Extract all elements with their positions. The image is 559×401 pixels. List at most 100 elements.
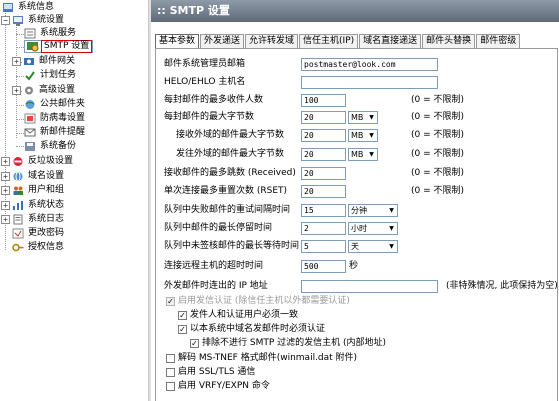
chevron-down-icon: ▼ [369,114,374,121]
queue-max-time-unit-select[interactable]: 小时 ▼ [348,222,398,235]
expand-icon[interactable]: + [1,215,10,224]
max-recipients-hint: (0 = 不限制) [411,95,465,105]
tab-outbound-delivery[interactable]: 外发递送 [200,34,245,49]
retry-interval-label: 队列中失败邮件的重试间隔时间 [164,205,291,215]
tree-item-system-log[interactable]: + 系统日志 [1,213,66,226]
send-external-label: 发往外域的邮件最大字节数 [176,149,285,159]
chevron-down-icon: ▼ [369,151,374,158]
max-recipients-input[interactable]: 100 [301,94,346,107]
expand-icon[interactable]: + [12,57,21,66]
navigation-tree: 系统信息 − 系统设置 系统服务 SMTP 设置 + 邮件网关 计划任务 + 高… [0,0,148,401]
expand-icon[interactable]: + [1,172,10,181]
max-rset-label: 单次连接最多重置次数 (RSET) [164,186,288,196]
send-external-unit-select[interactable]: MB ▼ [348,148,378,161]
exclude-internal-label: 排除不进行 SMTP 过滤的发信主机 (内部地址) [202,338,387,348]
tree-item-system-backup[interactable]: 系统备份 [24,140,78,153]
queue-max-time-input[interactable]: 2 [301,222,346,235]
outbound-ip-input[interactable] [301,280,438,293]
status-icon [12,200,24,211]
tree-item-system-settings[interactable]: − 系统设置 [1,14,66,27]
tree-root[interactable]: 系统信息 [2,1,56,14]
admin-mail-label: 邮件系统管理员邮箱 [164,59,246,69]
unsigned-wait-input[interactable]: 5 [301,240,346,253]
expand-icon[interactable]: + [1,201,10,210]
tree-item-smtp-settings[interactable]: SMTP 设置 [24,40,94,53]
tree-item-public-folder[interactable]: 公共邮件夹 [24,98,87,111]
max-size-label: 每封邮件的最大字节数 [164,112,255,122]
max-rset-input[interactable]: 20 [301,185,346,198]
queue-max-time-label: 队列中邮件的最长停留时间 [164,223,273,233]
outbound-ip-label: 外发邮件时连出的 IP 地址 [164,281,268,291]
smtp-icon [27,41,39,52]
connect-timeout-input[interactable]: 500 [301,260,346,273]
admin-mail-input[interactable]: postmaster@look.com [301,58,438,71]
tab-content-basic: 邮件系统管理员邮箱 postmaster@look.com HELO/EHLO … [155,48,558,401]
chevron-down-icon: ▼ [389,243,394,250]
recv-external-input[interactable]: 20 [301,129,346,142]
unsigned-wait-label: 队列中未签核邮件的最长等待时间 [164,241,300,251]
helo-input[interactable] [301,76,438,89]
smtp-settings-panel: :: SMTP 设置 基本参数 外发递送 允许转发域 信任主机(IP) 域名直接… [151,0,559,401]
tree-item-mail-gateway[interactable]: + 邮件网关 [12,55,77,68]
max-size-unit-select[interactable]: MB ▼ [348,111,378,124]
recv-external-unit-select[interactable]: MB ▼ [348,129,378,142]
chevron-down-icon: ▼ [389,225,394,232]
max-hops-label: 接收邮件的最多跳数 (Received) [164,168,296,178]
send-external-input[interactable]: 20 [301,148,346,161]
chevron-down-icon: ▼ [369,132,374,139]
tab-direct-domain-delivery[interactable]: 域名直接递送 [359,34,422,49]
tree-item-advanced-settings[interactable]: + 高级设置 [12,84,77,97]
collapse-icon[interactable]: − [1,16,10,25]
auth-required-checkbox[interactable]: ✓ [166,297,175,306]
antivirus-icon [24,113,36,124]
connect-timeout-label: 连接远程主机的超时时间 [164,261,264,271]
expand-icon[interactable]: + [1,186,10,195]
unsigned-wait-unit-select[interactable]: 天 ▼ [348,240,398,253]
tree-item-system-status[interactable]: + 系统状态 [1,199,66,212]
outbound-ip-hint: (非特殊情况, 此项保持为空) [446,281,558,291]
helo-label: HELO/EHLO 主机名 [164,77,246,87]
retry-interval-input[interactable]: 15 [301,204,346,217]
service-icon [24,28,36,39]
max-size-input[interactable]: 20 [301,111,346,124]
retry-interval-unit-select[interactable]: 分钟 ▼ [348,204,398,217]
enable-ssl-tls-checkbox[interactable] [166,368,175,377]
tree-item-license-info[interactable]: 授权信息 [12,241,66,254]
tree-item-change-password[interactable]: 更改密码 [12,227,66,240]
tree-item-scheduled-tasks[interactable]: 计划任务 [24,69,78,82]
tree-item-new-mail-notify[interactable]: 新邮件提醒 [24,126,87,139]
notify-icon [24,127,36,138]
tab-trusted-hosts[interactable]: 信任主机(IP) [299,34,359,49]
antispam-icon [12,156,24,167]
expand-icon[interactable]: + [1,157,10,166]
exclude-internal-checkbox[interactable]: ✓ [190,339,199,348]
sender-match-label: 发件人和认证用户必须一致 [190,310,299,320]
log-icon [12,214,24,225]
max-hops-input[interactable]: 20 [301,167,346,180]
enable-vrfy-expn-checkbox[interactable] [166,382,175,391]
tree-item-system-service[interactable]: 系统服务 [24,27,78,40]
tab-bar: 基本参数 外发递送 允许转发域 信任主机(IP) 域名直接递送 邮件头替换 邮件… [155,34,521,50]
tree-item-domain-settings[interactable]: + 域名设置 [1,170,66,183]
tab-header-replace[interactable]: 邮件头替换 [422,34,476,49]
local-domain-auth-checkbox[interactable]: ✓ [178,325,187,334]
tree-root-label: 系统信息 [18,2,55,12]
expand-icon[interactable]: + [12,86,21,95]
tree-item-antispam[interactable]: + 反垃圾设置 [1,155,75,168]
max-recipients-label: 每封邮件的最多收件人数 [164,95,264,105]
domain-icon [12,171,24,182]
max-hops-hint: (0 = 不限制) [411,168,465,178]
tab-mail-classification[interactable]: 邮件密级 [476,34,521,49]
decode-tnef-label: 解码 MS-TNEF 格式邮件(winmail.dat 附件) [178,353,358,363]
sender-match-checkbox[interactable]: ✓ [178,311,187,320]
tab-relay-domains[interactable]: 允许转发域 [245,34,299,49]
decode-tnef-checkbox[interactable] [166,354,175,363]
local-domain-auth-label: 以本系统中域名发邮件时必须认证 [190,324,326,334]
chevron-down-icon: ▼ [389,207,394,214]
password-icon [12,228,24,239]
info-icon [2,2,14,13]
public-folder-icon [24,99,36,110]
tree-item-users-groups[interactable]: + 用户和组 [1,184,66,197]
system-settings-icon [12,15,24,26]
tree-item-antivirus[interactable]: 防病毒设置 [24,112,87,125]
